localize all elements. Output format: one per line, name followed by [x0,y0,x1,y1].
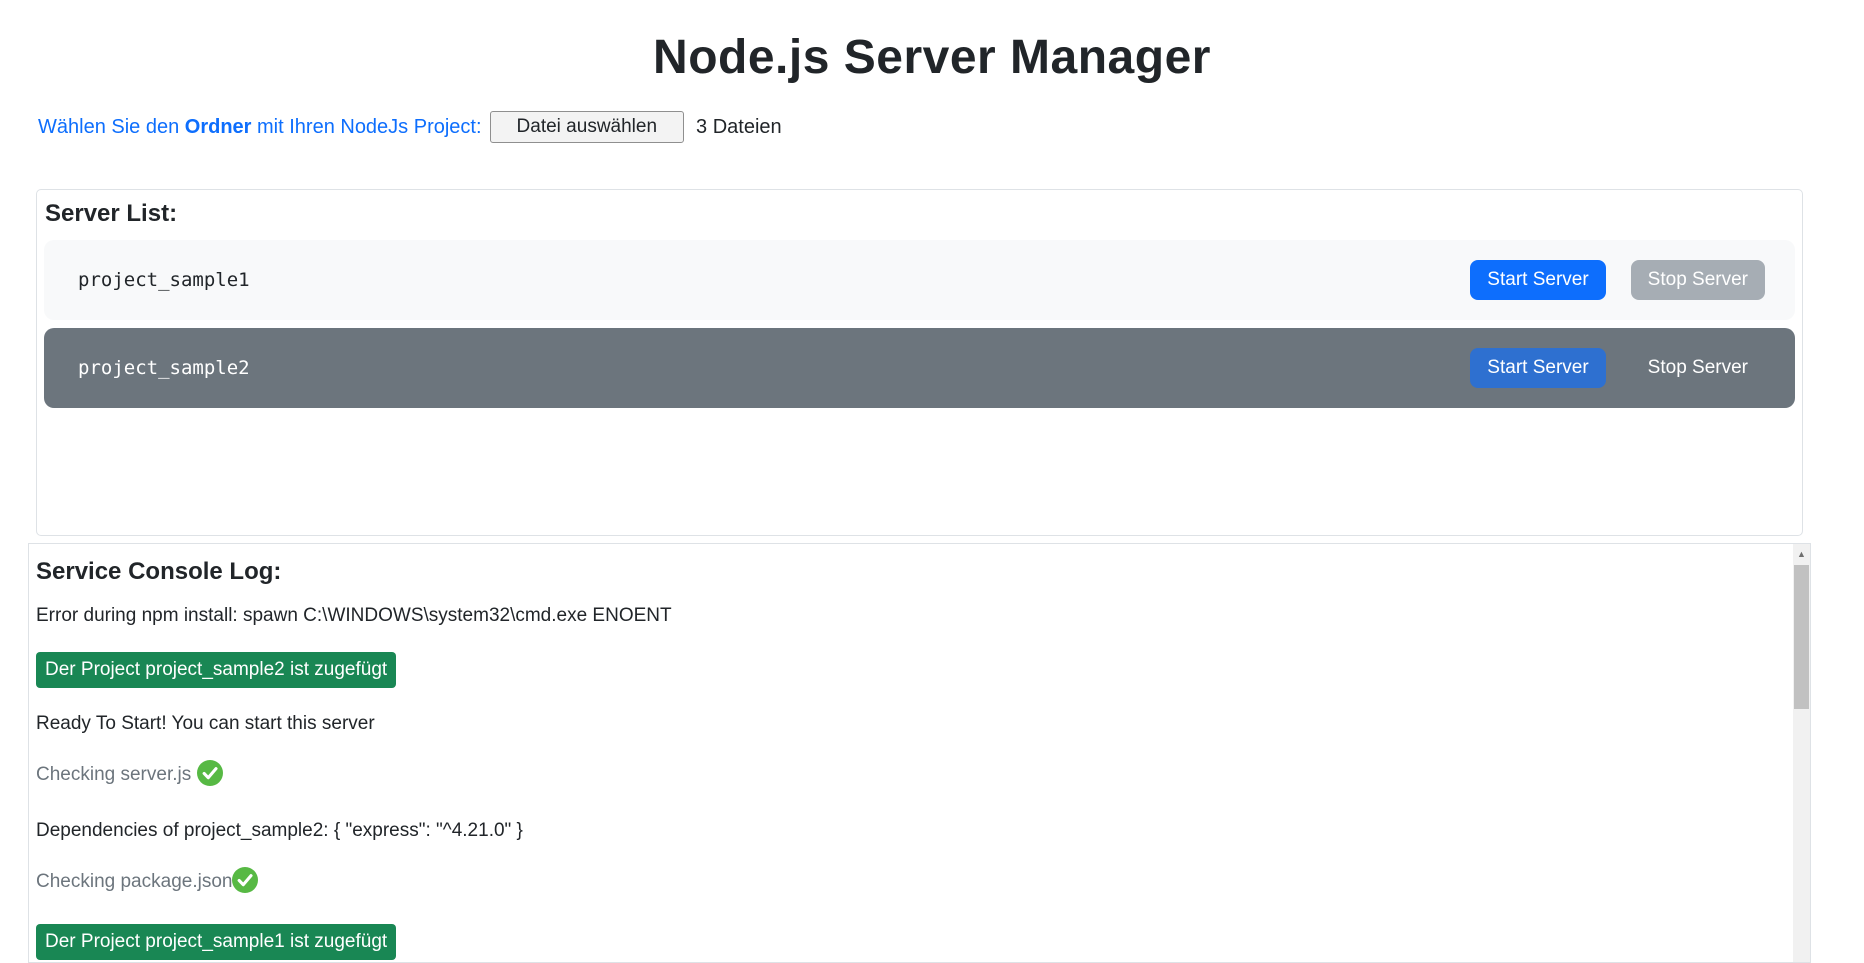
check-circle-icon [197,760,223,795]
start-server-button[interactable]: Start Server [1470,260,1605,300]
log-text: Checking server.js [36,764,191,785]
file-picker-label: Wählen Sie den Ordner mit Ihren NodeJs P… [38,116,482,139]
server-name: project_sample2 [78,357,250,379]
scrollbar-thumb[interactable] [1794,565,1809,709]
log-entry: Checking server.js [36,760,1780,795]
start-server-button[interactable]: Start Server [1470,348,1605,388]
scroll-up-arrow-icon[interactable]: ▲ [1793,544,1810,564]
server-name: project_sample1 [78,269,250,291]
log-entry: Dependencies of project_sample2: { "expr… [36,817,1780,845]
stop-server-button[interactable]: Stop Server [1631,260,1765,300]
console-log-heading: Service Console Log: [36,558,1780,586]
log-text: Dependencies of project_sample2: { "expr… [36,820,523,841]
page-title: Node.js Server Manager [0,30,1864,85]
server-list-panel: Server List: project_sample1 Start Serve… [36,189,1803,536]
log-entry: Der Project project_sample2 ist zugefügt [36,652,1780,688]
log-badge: Der Project project_sample2 ist zugefügt [36,652,396,688]
file-select-button[interactable]: Datei auswählen [490,111,684,143]
stop-server-button[interactable]: Stop Server [1631,348,1765,388]
check-circle-icon [232,867,258,902]
console-scrollbar[interactable]: ▲ [1793,544,1810,962]
log-entry: Error during npm install: spawn C:\WINDO… [36,602,1780,630]
file-picker-label-bold: Ordner [185,116,252,138]
server-row-project-sample1: project_sample1 Start Server Stop Server [44,240,1795,320]
file-picker-row: Wählen Sie den Ordner mit Ihren NodeJs P… [38,111,1864,143]
log-entry: Der Project project_sample1 ist zugefügt [36,924,1780,960]
server-row-project-sample2: project_sample2 Start Server Stop Server [44,328,1795,408]
file-picker-label-prefix: Wählen Sie den [38,116,185,138]
log-text: Checking package.json [36,871,232,892]
file-count-text: 3 Dateien [696,116,782,139]
log-text: Error during npm install: spawn C:\WINDO… [36,605,672,626]
console-log-panel: Service Console Log: Error during npm in… [28,543,1811,963]
log-badge: Der Project project_sample1 ist zugefügt [36,924,396,960]
log-text: Ready To Start! You can start this serve… [36,713,375,734]
file-picker-label-suffix: mit Ihren NodeJs Project: [251,116,481,138]
log-entry: Checking package.json [36,867,1780,902]
log-entry: Ready To Start! You can start this serve… [36,710,1780,738]
server-list-heading: Server List: [45,200,1795,228]
